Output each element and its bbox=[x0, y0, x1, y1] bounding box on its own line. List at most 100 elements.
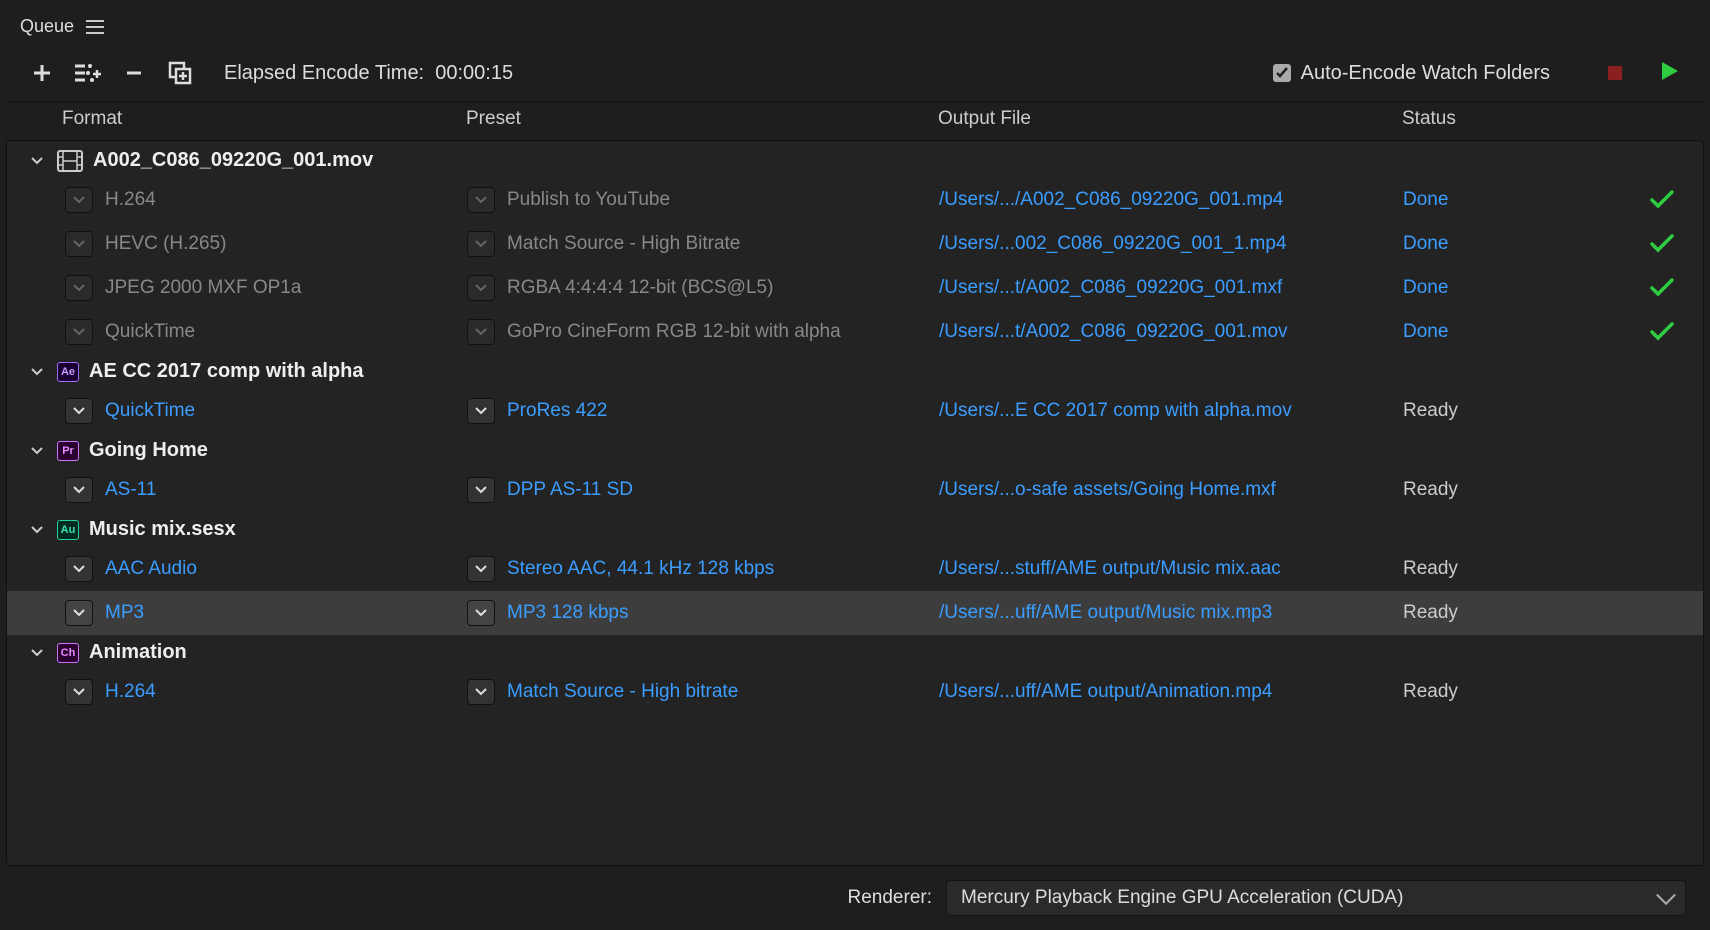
status-check-icon bbox=[1503, 234, 1695, 254]
duplicate-button[interactable] bbox=[166, 59, 194, 87]
auto-encode-checkbox[interactable]: Auto-Encode Watch Folders bbox=[1273, 62, 1550, 85]
format-dropdown[interactable] bbox=[65, 477, 93, 503]
output-file-link[interactable]: /Users/...t/A002_C086_09220G_001.mxf bbox=[939, 277, 1403, 299]
preset-dropdown[interactable] bbox=[467, 231, 495, 257]
preset-dropdown[interactable] bbox=[467, 556, 495, 582]
group-name: A002_C086_09220G_001.mov bbox=[93, 149, 373, 172]
elapsed-label: Elapsed Encode Time: bbox=[224, 62, 424, 84]
format-value[interactable]: JPEG 2000 MXF OP1a bbox=[105, 277, 301, 299]
elapsed-encode-time: Elapsed Encode Time: 00:00:15 bbox=[224, 62, 513, 85]
format-dropdown[interactable] bbox=[65, 187, 93, 213]
panel-header: Queue bbox=[6, 6, 1704, 51]
queue-list[interactable]: A002_C086_09220G_001.mov H.264 Publish to … bbox=[6, 140, 1704, 866]
status-value: Done bbox=[1403, 277, 1503, 299]
format-value[interactable]: QuickTime bbox=[105, 400, 195, 422]
format-dropdown[interactable] bbox=[65, 600, 93, 626]
preset-value[interactable]: DPP AS-11 SD bbox=[507, 479, 633, 501]
queue-job-row[interactable]: AS-11 DPP AS-11 SD/Users/...o-safe assets… bbox=[7, 468, 1703, 512]
format-dropdown[interactable] bbox=[65, 275, 93, 301]
format-value[interactable]: MP3 bbox=[105, 602, 144, 624]
preset-value[interactable]: RGBA 4:4:4:4 12-bit (BCS@L5) bbox=[507, 277, 773, 299]
renderer-dropdown[interactable]: Mercury Playback Engine GPU Acceleration… bbox=[946, 880, 1686, 916]
group-name: Animation bbox=[89, 641, 187, 664]
auto-encode-label: Auto-Encode Watch Folders bbox=[1301, 62, 1550, 85]
preset-value[interactable]: Match Source - High bitrate bbox=[507, 681, 738, 703]
format-dropdown[interactable] bbox=[65, 398, 93, 424]
film-icon bbox=[57, 150, 83, 172]
preset-dropdown[interactable] bbox=[467, 477, 495, 503]
remove-button[interactable] bbox=[120, 59, 148, 87]
preset-dropdown[interactable] bbox=[467, 275, 495, 301]
app-badge-icon: Ch bbox=[57, 643, 79, 663]
col-output[interactable]: Output File bbox=[938, 108, 1402, 130]
preset-dropdown[interactable] bbox=[467, 398, 495, 424]
queue-job-row[interactable]: MP3 MP3 128 kbps/Users/...uff/AME output/… bbox=[7, 591, 1703, 635]
preset-dropdown[interactable] bbox=[467, 679, 495, 705]
start-queue-button[interactable] bbox=[1660, 60, 1680, 87]
queue-job-row[interactable]: JPEG 2000 MXF OP1a RGBA 4:4:4:4 12-bit (B… bbox=[7, 266, 1703, 310]
output-file-link[interactable]: /Users/...o-safe assets/Going Home.mxf bbox=[939, 479, 1403, 501]
col-format[interactable]: Format bbox=[62, 108, 466, 130]
add-output-button[interactable] bbox=[74, 59, 102, 87]
renderer-label: Renderer: bbox=[848, 887, 933, 909]
status-value: Ready bbox=[1403, 681, 1503, 703]
preset-value[interactable]: Publish to YouTube bbox=[507, 189, 670, 211]
status-value: Ready bbox=[1403, 558, 1503, 580]
queue-group-row[interactable]: PrGoing Home bbox=[7, 433, 1703, 468]
queue-job-row[interactable]: H.264 Match Source - High bitrate/Users/.… bbox=[7, 670, 1703, 714]
output-file-link[interactable]: /Users/...t/A002_C086_09220G_001.mov bbox=[939, 321, 1403, 343]
output-file-link[interactable]: /Users/.../A002_C086_09220G_001.mp4 bbox=[939, 189, 1403, 211]
disclosure-icon[interactable] bbox=[27, 439, 47, 462]
disclosure-icon[interactable] bbox=[27, 518, 47, 541]
queue-job-row[interactable]: QuickTime GoPro CineForm RGB 12-bit with … bbox=[7, 310, 1703, 354]
status-value: Done bbox=[1403, 321, 1503, 343]
app-badge-icon: Ae bbox=[57, 362, 79, 382]
output-file-link[interactable]: /Users/...uff/AME output/Music mix.mp3 bbox=[939, 602, 1403, 624]
preset-dropdown[interactable] bbox=[467, 187, 495, 213]
col-status[interactable]: Status bbox=[1402, 108, 1704, 130]
format-value[interactable]: H.264 bbox=[105, 189, 156, 211]
group-name: Going Home bbox=[89, 439, 208, 462]
add-source-button[interactable] bbox=[28, 59, 56, 87]
format-value[interactable]: AS-11 bbox=[105, 479, 156, 501]
queue-group-row[interactable]: AeAE CC 2017 comp with alpha bbox=[7, 354, 1703, 389]
format-dropdown[interactable] bbox=[65, 231, 93, 257]
queue-group-row[interactable]: AuMusic mix.sesx bbox=[7, 512, 1703, 547]
format-dropdown[interactable] bbox=[65, 319, 93, 345]
format-dropdown[interactable] bbox=[65, 556, 93, 582]
footer: Renderer: Mercury Playback Engine GPU Ac… bbox=[6, 866, 1704, 924]
panel-menu-icon[interactable] bbox=[86, 20, 104, 34]
app-badge-icon: Au bbox=[57, 520, 79, 540]
preset-value[interactable]: ProRes 422 bbox=[507, 400, 607, 422]
disclosure-icon[interactable] bbox=[27, 149, 47, 172]
preset-value[interactable]: GoPro CineForm RGB 12-bit with alpha bbox=[507, 321, 841, 343]
queue-job-row[interactable]: H.264 Publish to YouTube/Users/.../A002_C… bbox=[7, 178, 1703, 222]
output-file-link[interactable]: /Users/...uff/AME output/Animation.mp4 bbox=[939, 681, 1403, 703]
status-value: Ready bbox=[1403, 602, 1503, 624]
stop-queue-button[interactable] bbox=[1608, 66, 1622, 80]
status-check-icon bbox=[1503, 190, 1695, 210]
format-dropdown[interactable] bbox=[65, 679, 93, 705]
output-file-link[interactable]: /Users/...E CC 2017 comp with alpha.mov bbox=[939, 400, 1403, 422]
preset-value[interactable]: MP3 128 kbps bbox=[507, 602, 628, 624]
preset-dropdown[interactable] bbox=[467, 319, 495, 345]
output-file-link[interactable]: /Users/...stuff/AME output/Music mix.aac bbox=[939, 558, 1403, 580]
preset-value[interactable]: Match Source - High Bitrate bbox=[507, 233, 740, 255]
preset-dropdown[interactable] bbox=[467, 600, 495, 626]
queue-job-row[interactable]: AAC Audio Stereo AAC, 44.1 kHz 128 kbps/U… bbox=[7, 547, 1703, 591]
status-value: Done bbox=[1403, 189, 1503, 211]
queue-group-row[interactable]: A002_C086_09220G_001.mov bbox=[7, 143, 1703, 178]
format-value[interactable]: AAC Audio bbox=[105, 558, 197, 580]
format-value[interactable]: HEVC (H.265) bbox=[105, 233, 226, 255]
preset-value[interactable]: Stereo AAC, 44.1 kHz 128 kbps bbox=[507, 558, 774, 580]
format-value[interactable]: H.264 bbox=[105, 681, 156, 703]
output-file-link[interactable]: /Users/...002_C086_09220G_001_1.mp4 bbox=[939, 233, 1403, 255]
format-value[interactable]: QuickTime bbox=[105, 321, 195, 343]
queue-group-row[interactable]: Ch Animation bbox=[7, 635, 1703, 670]
status-check-icon bbox=[1503, 322, 1695, 342]
disclosure-icon[interactable] bbox=[27, 360, 47, 383]
col-preset[interactable]: Preset bbox=[466, 108, 938, 130]
queue-job-row[interactable]: HEVC (H.265) Match Source - High Bitrate /… bbox=[7, 222, 1703, 266]
disclosure-icon[interactable] bbox=[27, 641, 47, 664]
queue-job-row[interactable]: QuickTime ProRes 422/Users/...E CC 2017 c… bbox=[7, 389, 1703, 433]
